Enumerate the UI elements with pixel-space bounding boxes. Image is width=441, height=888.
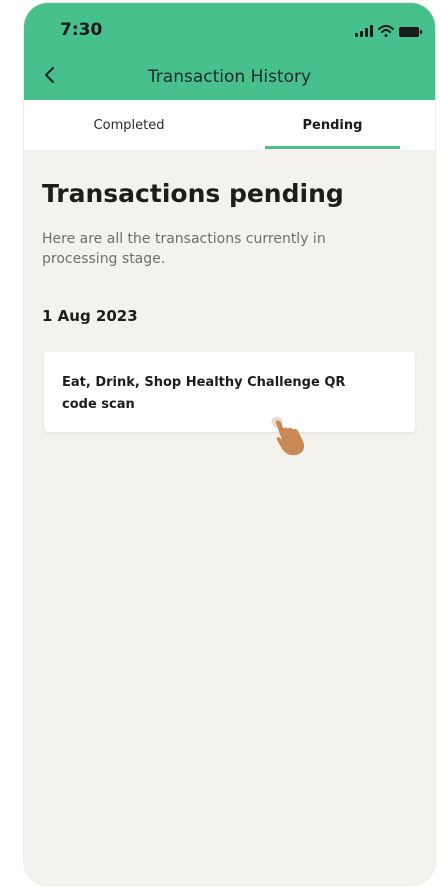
hand-pointer-icon xyxy=(271,416,305,456)
date-group-label: 1 Aug 2023 xyxy=(42,307,138,325)
transaction-card[interactable]: Eat, Drink, Shop Healthy Challenge QR co… xyxy=(44,352,415,432)
signal-icon xyxy=(355,25,373,37)
transaction-title: Eat, Drink, Shop Healthy Challenge QR co… xyxy=(62,375,346,412)
active-tab-indicator xyxy=(265,146,400,149)
status-time: 7:30 xyxy=(60,20,103,40)
tab-completed[interactable]: Completed xyxy=(64,100,194,150)
app-header: 7:30 Transaction History xyxy=(24,3,435,100)
battery-icon xyxy=(399,27,422,37)
page-title: Transaction History xyxy=(147,67,312,87)
status-icons xyxy=(355,23,422,37)
wifi-icon xyxy=(378,25,394,37)
section-heading: Transactions pending xyxy=(42,179,344,208)
tab-pending[interactable]: Pending xyxy=(265,100,400,150)
tab-bar: Completed Pending xyxy=(24,100,435,150)
phone-screen: 7:30 Transaction History Completed Pendi… xyxy=(24,3,435,885)
section-description: Here are all the transactions currently … xyxy=(42,231,326,267)
